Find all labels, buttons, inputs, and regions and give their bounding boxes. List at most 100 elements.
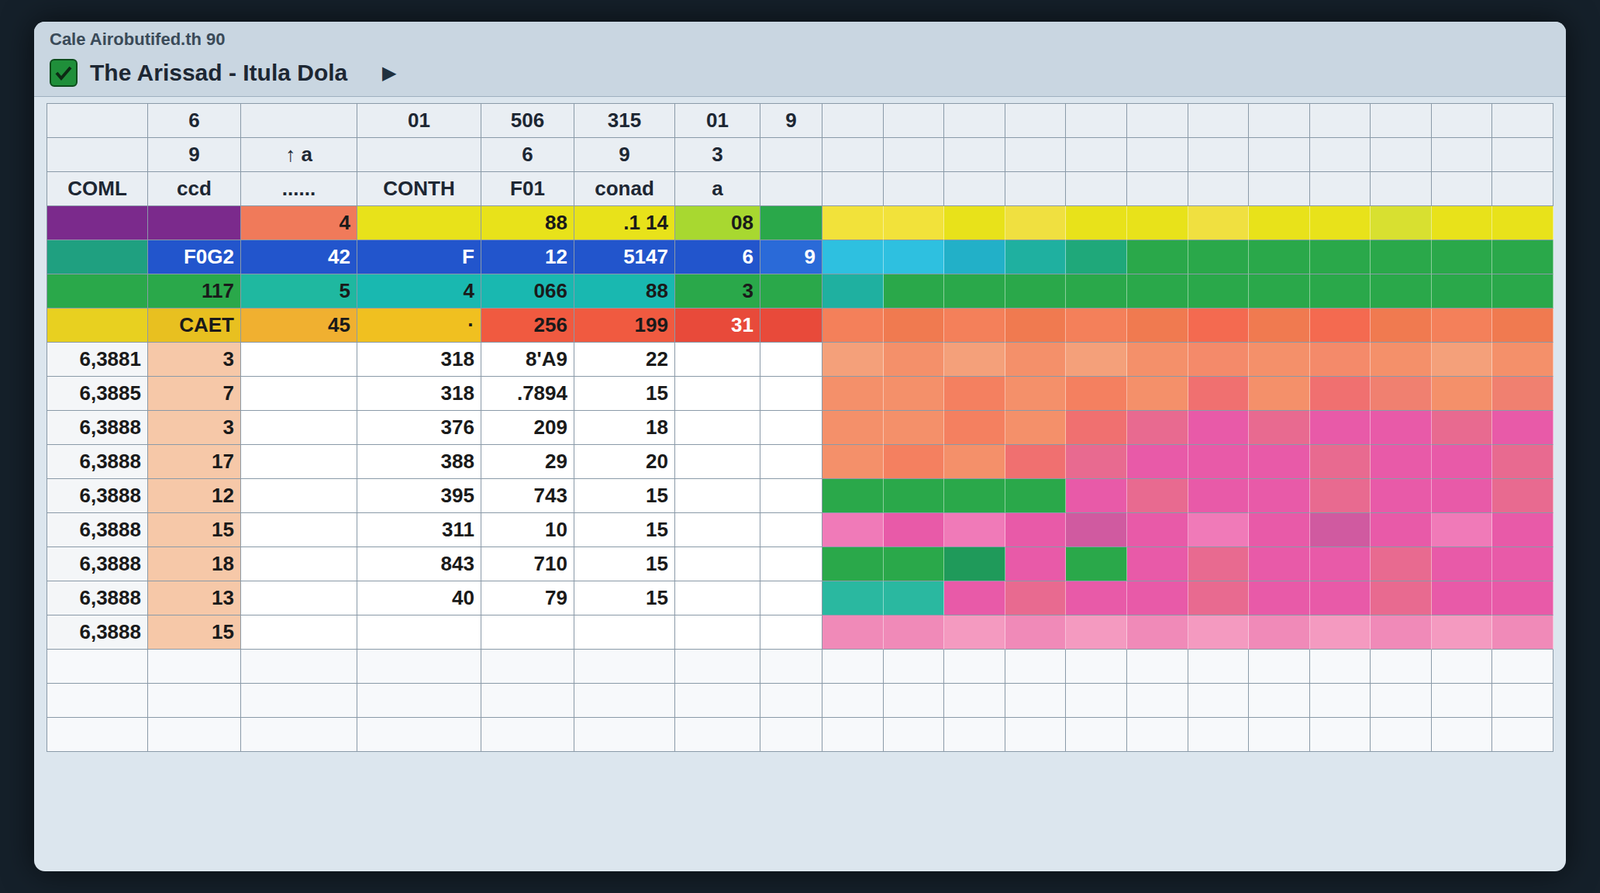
- heat-cell[interactable]: [1188, 240, 1250, 275]
- table-cell[interactable]: [760, 615, 823, 650]
- heat-cell[interactable]: [1370, 274, 1432, 309]
- heat-cell[interactable]: [1127, 274, 1189, 309]
- table-cell[interactable]: 45: [241, 308, 358, 343]
- table-cell[interactable]: ·: [357, 308, 482, 343]
- heat-cell[interactable]: [1005, 615, 1067, 650]
- table-cell[interactable]: 5: [241, 274, 358, 309]
- column-header[interactable]: 01: [357, 103, 482, 138]
- column-header[interactable]: [47, 137, 149, 173]
- heat-cell[interactable]: [822, 615, 884, 650]
- empty-cell[interactable]: [1005, 683, 1067, 718]
- heat-cell[interactable]: [1005, 308, 1067, 343]
- table-cell[interactable]: 42: [241, 240, 358, 275]
- empty-cell[interactable]: [47, 717, 149, 752]
- column-header[interactable]: 9: [760, 103, 823, 138]
- heat-cell[interactable]: [1005, 479, 1067, 514]
- empty-cell[interactable]: [1127, 717, 1189, 752]
- table-cell[interactable]: 17: [148, 444, 242, 480]
- heat-cell[interactable]: [1188, 479, 1250, 514]
- heat-cell[interactable]: [1127, 615, 1189, 650]
- heat-cell[interactable]: [822, 376, 884, 411]
- empty-cell[interactable]: [1370, 683, 1432, 718]
- heat-cell[interactable]: [1188, 342, 1250, 377]
- table-cell[interactable]: 318: [357, 342, 482, 377]
- heat-cell[interactable]: [1492, 206, 1554, 241]
- heat-cell[interactable]: [1492, 240, 1554, 275]
- empty-cell[interactable]: [1431, 717, 1494, 752]
- table-cell[interactable]: 15: [148, 513, 242, 548]
- table-cell[interactable]: [47, 206, 149, 241]
- empty-cell[interactable]: [1370, 717, 1432, 752]
- heat-cell[interactable]: [1248, 615, 1311, 650]
- heat-cell[interactable]: [883, 342, 945, 377]
- table-cell[interactable]: [148, 206, 242, 241]
- heat-cell[interactable]: [883, 274, 945, 309]
- table-cell[interactable]: [241, 376, 358, 411]
- empty-cell[interactable]: [1370, 649, 1432, 684]
- table-cell[interactable]: 7: [148, 376, 242, 411]
- column-header[interactable]: 3: [675, 137, 761, 173]
- heat-cell[interactable]: [1188, 206, 1250, 241]
- heat-cell[interactable]: [1248, 581, 1311, 616]
- heat-cell[interactable]: [1431, 342, 1494, 377]
- heat-cell[interactable]: [1431, 479, 1494, 514]
- heat-cell[interactable]: [1492, 547, 1554, 582]
- table-cell[interactable]: 743: [481, 479, 575, 514]
- heat-cell[interactable]: [1065, 308, 1128, 343]
- heat-cell[interactable]: [1065, 376, 1128, 411]
- table-cell[interactable]: CAET: [148, 308, 242, 343]
- empty-cell[interactable]: [1492, 717, 1554, 752]
- heat-cell[interactable]: [1065, 581, 1128, 616]
- empty-cell[interactable]: [357, 717, 482, 752]
- heat-cell[interactable]: [883, 206, 945, 241]
- empty-cell[interactable]: [1431, 649, 1494, 684]
- heat-cell[interactable]: [883, 444, 945, 480]
- table-cell[interactable]: 12: [148, 479, 242, 514]
- empty-cell[interactable]: [1248, 649, 1311, 684]
- heat-cell[interactable]: [1431, 206, 1494, 241]
- table-cell[interactable]: 388: [357, 444, 482, 480]
- empty-cell[interactable]: [148, 649, 242, 684]
- empty-cell[interactable]: [675, 717, 761, 752]
- heat-cell[interactable]: [1431, 444, 1494, 480]
- empty-cell[interactable]: [822, 649, 884, 684]
- empty-cell[interactable]: [481, 717, 575, 752]
- empty-cell[interactable]: [822, 683, 884, 718]
- table-cell[interactable]: 256: [481, 308, 575, 343]
- table-cell[interactable]: [241, 581, 358, 616]
- table-cell[interactable]: 12: [481, 240, 575, 275]
- heat-cell[interactable]: [1248, 479, 1311, 514]
- heat-cell[interactable]: [1310, 240, 1372, 275]
- heat-cell[interactable]: [1127, 206, 1189, 241]
- heat-cell[interactable]: [1005, 513, 1067, 548]
- heat-cell[interactable]: [1188, 581, 1250, 616]
- table-cell[interactable]: [675, 615, 761, 650]
- table-cell[interactable]: 15: [574, 547, 676, 582]
- table-cell[interactable]: [760, 444, 823, 480]
- heat-cell[interactable]: [1431, 547, 1494, 582]
- heat-cell[interactable]: [1248, 342, 1311, 377]
- table-cell[interactable]: 15: [574, 376, 676, 411]
- table-cell[interactable]: 3: [675, 274, 761, 309]
- heat-cell[interactable]: [1492, 274, 1554, 309]
- heat-cell[interactable]: [944, 240, 1006, 275]
- table-cell[interactable]: 6,3888: [47, 479, 149, 514]
- heat-cell[interactable]: [1065, 206, 1128, 241]
- empty-cell[interactable]: [1431, 683, 1494, 718]
- heat-cell[interactable]: [1492, 410, 1554, 445]
- heat-cell[interactable]: [883, 581, 945, 616]
- table-cell[interactable]: 4: [241, 206, 358, 241]
- column-header[interactable]: 9: [148, 137, 242, 173]
- heat-cell[interactable]: [1065, 342, 1128, 377]
- table-cell[interactable]: 79: [481, 581, 575, 616]
- table-cell[interactable]: 6,3888: [47, 547, 149, 582]
- heat-cell[interactable]: [944, 376, 1006, 411]
- heat-cell[interactable]: [1431, 376, 1494, 411]
- table-cell[interactable]: 9: [760, 240, 823, 275]
- table-cell[interactable]: 199: [574, 308, 676, 343]
- table-cell[interactable]: [241, 479, 358, 514]
- heat-cell[interactable]: [1188, 410, 1250, 445]
- empty-cell[interactable]: [1310, 649, 1372, 684]
- table-cell[interactable]: 6,3888: [47, 615, 149, 650]
- column-header[interactable]: COML: [47, 172, 149, 207]
